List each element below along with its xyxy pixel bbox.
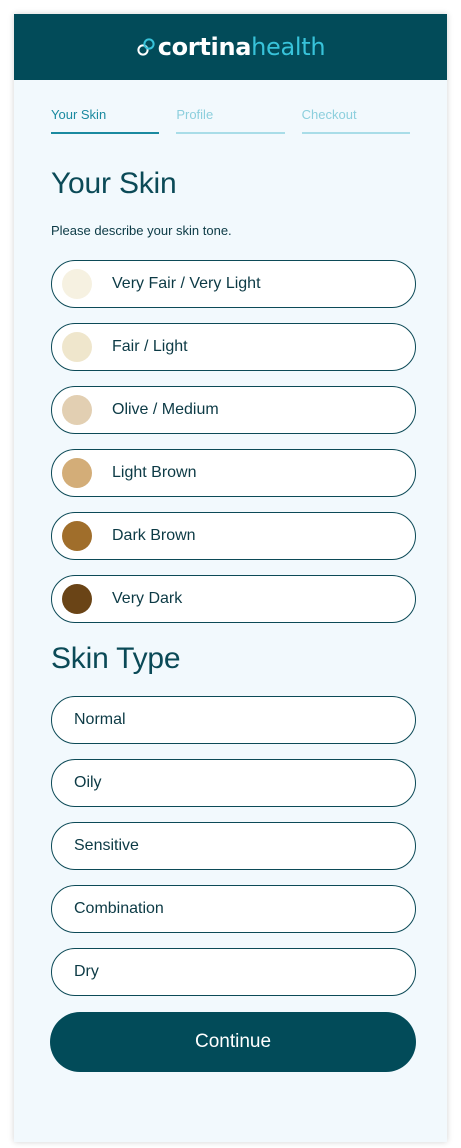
option-label: Light Brown <box>112 464 197 481</box>
brand-name-part2: health <box>251 33 326 61</box>
skin-type-option-dry[interactable]: Dry <box>51 948 416 996</box>
skin-tone-swatch <box>62 332 92 362</box>
skin-tone-option-very-fair[interactable]: Very Fair / Very Light <box>51 260 416 308</box>
skin-tone-option-light-brown[interactable]: Light Brown <box>51 449 416 497</box>
skin-type-option-oily[interactable]: Oily <box>51 759 416 807</box>
option-label: Very Dark <box>112 590 183 607</box>
skin-type-option-sensitive[interactable]: Sensitive <box>51 822 416 870</box>
skin-tone-swatch <box>62 269 92 299</box>
option-label: Oily <box>74 774 102 791</box>
skin-tone-swatch <box>62 458 92 488</box>
option-label: Olive / Medium <box>112 401 219 418</box>
brand-wordmark: cortinahealth <box>158 35 326 59</box>
skin-tone-options: Very Fair / Very Light Fair / Light Oliv… <box>14 260 447 623</box>
skin-tone-option-olive[interactable]: Olive / Medium <box>51 386 416 434</box>
step-profile[interactable]: Profile <box>176 107 285 134</box>
skin-tone-heading: Your Skin <box>51 167 177 200</box>
option-label: Fair / Light <box>112 338 188 355</box>
brand-logo: cortinahealth <box>136 35 326 59</box>
skin-type-option-combination[interactable]: Combination <box>51 885 416 933</box>
header-bar: cortinahealth <box>14 14 447 80</box>
skin-tone-option-dark-brown[interactable]: Dark Brown <box>51 512 416 560</box>
skin-tone-swatch <box>62 584 92 614</box>
skin-tone-swatch <box>62 521 92 551</box>
option-label: Dark Brown <box>112 527 196 544</box>
skin-type-heading: Skin Type <box>51 642 181 675</box>
brand-name-part1: cortina <box>157 33 252 61</box>
skin-tone-option-very-dark[interactable]: Very Dark <box>51 575 416 623</box>
option-label: Combination <box>74 900 164 917</box>
skin-tone-swatch <box>62 395 92 425</box>
step-checkout[interactable]: Checkout <box>301 107 410 134</box>
skin-type-options: Normal Oily Sensitive Combination Dry <box>14 696 447 996</box>
interlocking-rings-icon <box>137 38 155 56</box>
progress-steps: Your Skin Profile Checkout <box>14 107 447 134</box>
option-label: Dry <box>74 963 99 980</box>
skin-type-option-normal[interactable]: Normal <box>51 696 416 744</box>
skin-tone-option-fair[interactable]: Fair / Light <box>51 323 416 371</box>
option-label: Very Fair / Very Light <box>112 275 261 292</box>
continue-button[interactable]: Continue <box>50 1012 416 1072</box>
option-label: Normal <box>74 711 126 728</box>
option-label: Sensitive <box>74 837 139 854</box>
app-frame: cortinahealth Your Skin Profile Checkout… <box>14 14 447 1142</box>
skin-tone-instruction: Please describe your skin tone. <box>51 223 232 238</box>
step-your-skin[interactable]: Your Skin <box>51 107 160 134</box>
